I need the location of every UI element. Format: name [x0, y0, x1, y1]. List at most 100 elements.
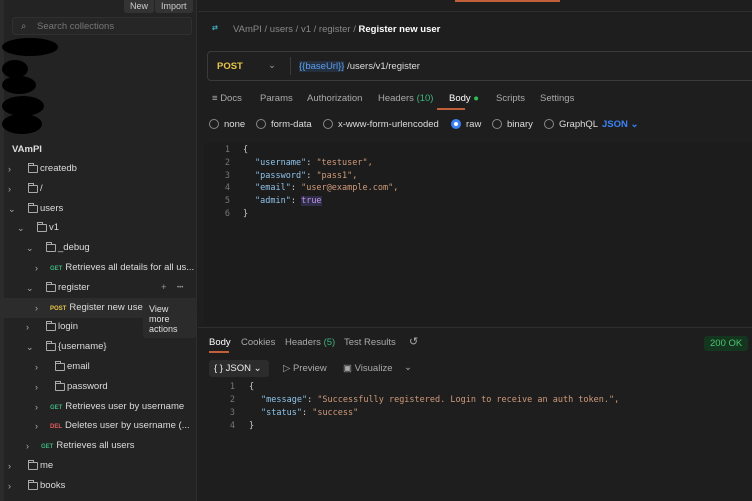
tab-scripts[interactable]: Scripts: [496, 93, 525, 104]
language-select[interactable]: JSON ⌄: [602, 119, 638, 130]
radio-graphql[interactable]: [544, 119, 554, 129]
method-badge: GET: [41, 444, 54, 451]
base-url-variable[interactable]: {{baseUrl}}: [299, 61, 345, 72]
method-badge: DEL: [50, 424, 62, 431]
method-badge: GET: [50, 266, 63, 272]
sidebar: New Import ⌕ Search collections VAmPI › cr…: [0, 0, 197, 501]
line-number: 6: [224, 209, 230, 219]
radio-urlencoded[interactable]: [323, 119, 333, 129]
preview-label: Preview: [292, 363, 327, 374]
radio-raw[interactable]: [451, 119, 461, 129]
chevron-down-icon[interactable]: ⌄: [8, 199, 16, 219]
tab-headers[interactable]: Headers (10): [378, 93, 433, 104]
tree-folder[interactable]: › password: [0, 377, 197, 397]
request-title[interactable]: Register new user: [359, 24, 441, 35]
chevron-right-icon[interactable]: ›: [35, 298, 38, 318]
line-number: 3: [229, 408, 235, 418]
chevron-down-icon[interactable]: ⌄: [26, 278, 34, 298]
response-format-select[interactable]: { } JSON ⌄: [209, 360, 269, 377]
resp-tab-test-results[interactable]: Test Results: [344, 337, 396, 348]
chevron-right-icon[interactable]: ›: [8, 159, 11, 179]
tree-folder[interactable]: ⌄ v1: [0, 218, 197, 238]
radio-none[interactable]: [209, 119, 219, 129]
tree-folder[interactable]: › me: [0, 456, 197, 476]
redaction: [2, 114, 42, 134]
chevron-right-icon[interactable]: ›: [8, 456, 11, 476]
chevron-right-icon[interactable]: ›: [35, 416, 38, 436]
chevron-down-icon[interactable]: ⌄: [26, 238, 34, 258]
request-name: Deletes user by username (...: [65, 420, 190, 432]
breadcrumb-item[interactable]: users: [270, 24, 293, 35]
chevron-right-icon[interactable]: ›: [26, 317, 29, 337]
tree-folder[interactable]: › createdb: [0, 159, 197, 179]
chevron-down-icon[interactable]: ⌄: [17, 218, 25, 238]
tree-item-label: /: [40, 182, 43, 194]
folder-icon: [55, 380, 65, 391]
tree-request[interactable]: › GET Retrieves all users: [0, 436, 197, 456]
url-bar: POST ⌄ {{baseUrl}} /users/v1/register: [207, 51, 752, 81]
tab-params[interactable]: Params: [260, 93, 293, 104]
tree-item-label: users: [40, 202, 64, 214]
status-dot-icon: ●: [473, 93, 480, 104]
redaction: [2, 76, 36, 94]
tree-item-label: GET Retrieves all details for all us...: [50, 258, 194, 279]
breadcrumb-item[interactable]: v1: [301, 24, 311, 35]
tree-item-label: register: [58, 281, 90, 293]
radio-form-data[interactable]: [256, 119, 266, 129]
chevron-right-icon[interactable]: ›: [26, 436, 29, 456]
chevron-right-icon[interactable]: ›: [35, 397, 38, 417]
language-label: JSON: [602, 119, 628, 130]
new-button[interactable]: New: [124, 0, 155, 13]
tree-folder[interactable]: › /: [0, 179, 197, 199]
tree-request[interactable]: › GET Retrieves user by username: [0, 397, 197, 417]
chevron-down-icon[interactable]: ⌄: [26, 337, 34, 357]
breadcrumb-item[interactable]: VAmPI: [233, 24, 262, 35]
chevron-down-icon[interactable]: ⌄: [404, 362, 412, 373]
resp-tab-headers[interactable]: Headers (5): [285, 337, 335, 348]
tree-request[interactable]: › DEL Deletes user by username (...: [0, 416, 197, 436]
url-input[interactable]: {{baseUrl}} /users/v1/register: [299, 61, 420, 72]
line-number: 2: [224, 157, 230, 168]
tree-folder[interactable]: › books: [0, 476, 197, 496]
tree-folder[interactable]: ⌄ register + •••: [0, 278, 197, 298]
tree-request[interactable]: › GET Retrieves all details for all us...: [0, 258, 197, 278]
search-input[interactable]: ⌕ Search collections: [12, 17, 192, 35]
tree-folder[interactable]: ⌄ users: [0, 199, 197, 219]
history-icon[interactable]: ↺: [409, 335, 418, 348]
collection-name[interactable]: VAmPI: [12, 144, 42, 155]
line-number: 5: [224, 196, 230, 207]
radio-label: none: [224, 119, 246, 130]
chevron-right-icon[interactable]: ›: [35, 377, 38, 397]
request-name: Register new user: [69, 301, 146, 313]
visualize-button[interactable]: ▣ Visualize: [343, 363, 392, 374]
line-number: 1: [229, 382, 235, 392]
tree-folder[interactable]: › email: [0, 357, 197, 377]
tab-authorization[interactable]: Authorization: [307, 93, 362, 104]
preview-button[interactable]: ▷ Preview: [283, 363, 327, 374]
tab-settings[interactable]: Settings: [540, 93, 574, 104]
resp-tab-cookies[interactable]: Cookies: [241, 337, 275, 348]
resp-tab-body[interactable]: Body: [209, 337, 231, 348]
import-button[interactable]: Import: [155, 0, 193, 13]
chevron-right-icon[interactable]: ›: [8, 179, 11, 199]
method-select[interactable]: POST: [217, 61, 243, 72]
add-icon[interactable]: +: [161, 278, 167, 298]
chevron-right-icon[interactable]: ›: [35, 258, 38, 278]
tab-docs[interactable]: ≡ Docs: [212, 93, 242, 104]
tree-item-label: v1: [49, 222, 60, 234]
radio-label: GraphQL: [559, 119, 599, 130]
tree-folder[interactable]: ⌄ _debug: [0, 238, 197, 258]
tree-folder[interactable]: ⌄ {username}: [0, 337, 197, 357]
breadcrumb-item[interactable]: register: [319, 24, 351, 35]
tree-item-label: POST Register new user: [50, 298, 146, 319]
code-line: }: [243, 209, 249, 219]
more-actions-icon[interactable]: •••: [177, 278, 183, 298]
tab-body[interactable]: Body ●: [449, 93, 479, 104]
chevron-right-icon[interactable]: ›: [8, 476, 11, 496]
radio-binary[interactable]: [492, 119, 502, 129]
json-value: "user@example.com",: [301, 183, 399, 194]
json-key: "message": [261, 395, 308, 405]
chevron-down-icon[interactable]: ⌄: [268, 60, 276, 71]
body-tab-indicator: [437, 108, 465, 110]
chevron-right-icon[interactable]: ›: [35, 357, 38, 377]
